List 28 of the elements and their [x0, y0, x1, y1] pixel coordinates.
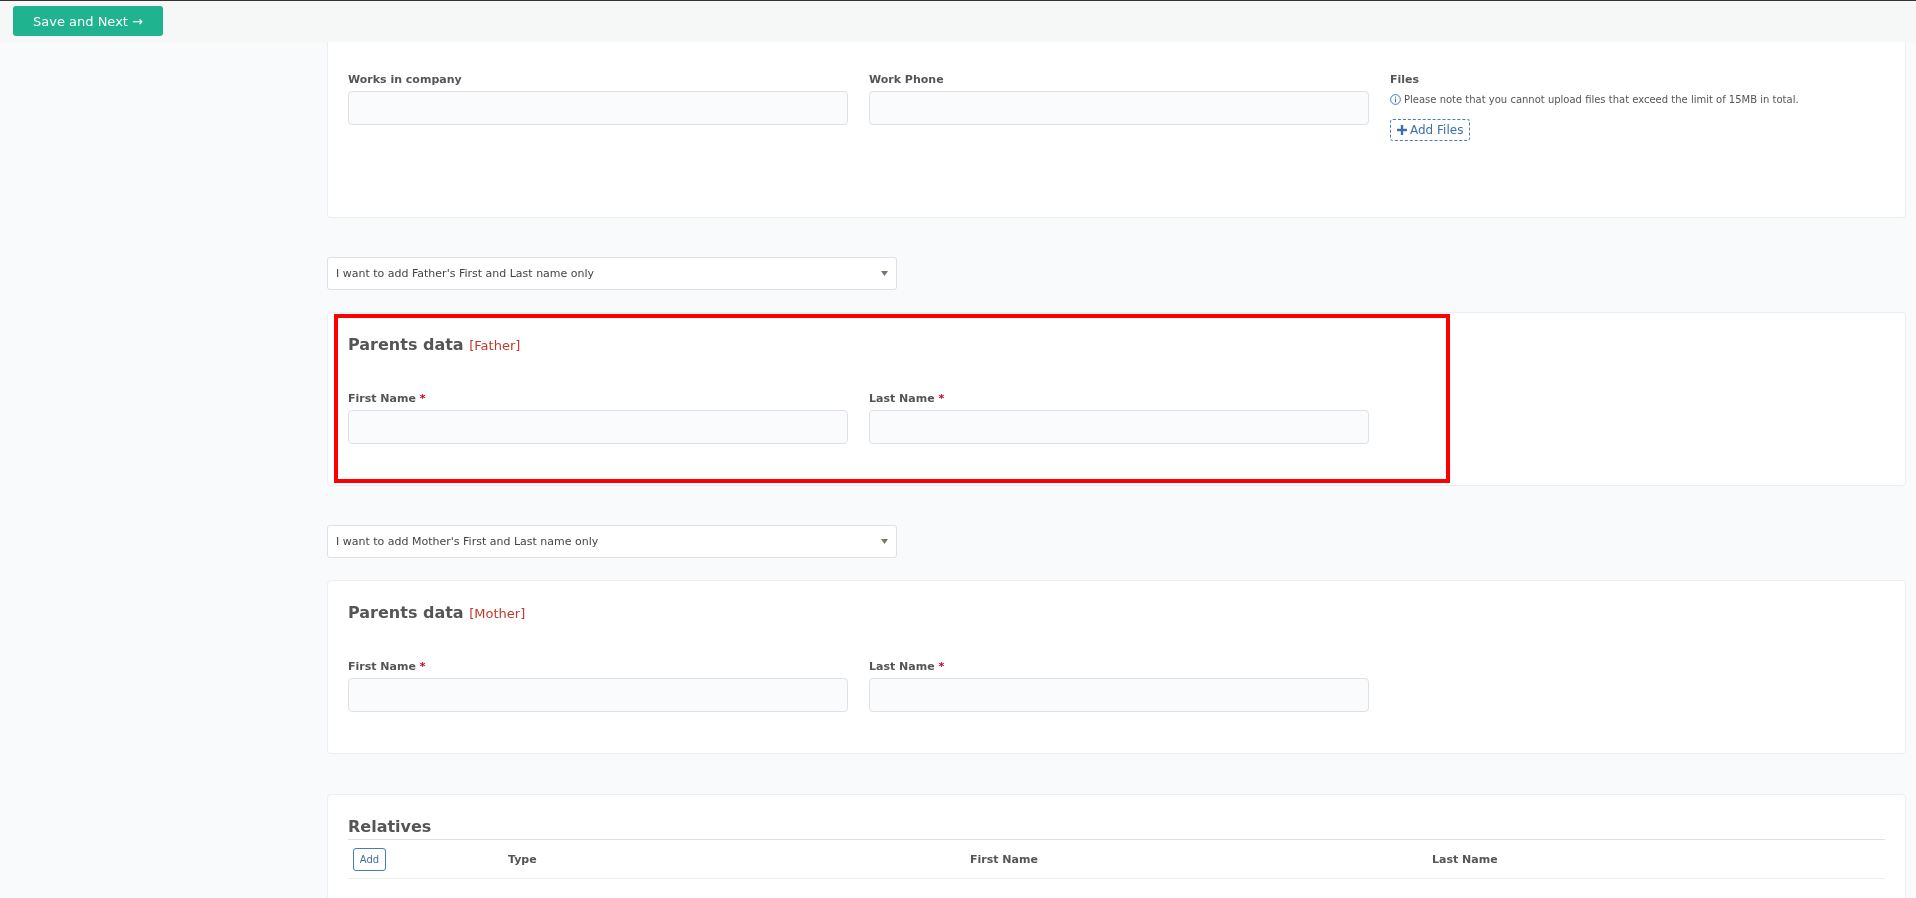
section-title: Parents data [Mother]	[348, 603, 527, 622]
field-label: Last Name *	[869, 660, 946, 673]
column-header: First Name	[970, 852, 1038, 866]
field-label: Works in company	[348, 73, 463, 86]
text-input-field[interactable]	[348, 410, 848, 444]
caret-icon	[881, 539, 888, 544]
text-input-field[interactable]	[869, 410, 1369, 444]
dropdown-select[interactable]: I want to add Mother's First and Last name only	[327, 525, 897, 558]
text-input-field[interactable]	[869, 91, 1369, 125]
text-input-field[interactable]	[348, 678, 848, 712]
text-input-field[interactable]	[869, 678, 1369, 712]
add-files-button[interactable]: Add Files	[1390, 119, 1471, 141]
column-header: Type	[508, 852, 537, 866]
field-label: Last Name *	[869, 392, 946, 405]
column-header: Last Name	[1432, 852, 1498, 866]
plus-icon	[1397, 125, 1407, 135]
info-icon	[1390, 94, 1401, 105]
field-label: Work Phone	[869, 73, 945, 86]
field-label: First Name *	[348, 660, 427, 673]
add-button[interactable]: Add	[353, 847, 386, 871]
dropdown-select[interactable]: I want to add Father's First and Last name only	[327, 257, 897, 290]
text-input-field[interactable]	[348, 91, 848, 125]
section-title: Relatives	[348, 817, 1885, 840]
files-label: Files	[1390, 73, 1421, 86]
section-title: Parents data [Father]	[348, 335, 522, 354]
caret-icon	[881, 271, 888, 276]
field-label: First Name *	[348, 392, 427, 405]
upload-limit-note: Please note that you cannot upload files that exceed the limit of 15MB in total.	[1404, 94, 1799, 105]
